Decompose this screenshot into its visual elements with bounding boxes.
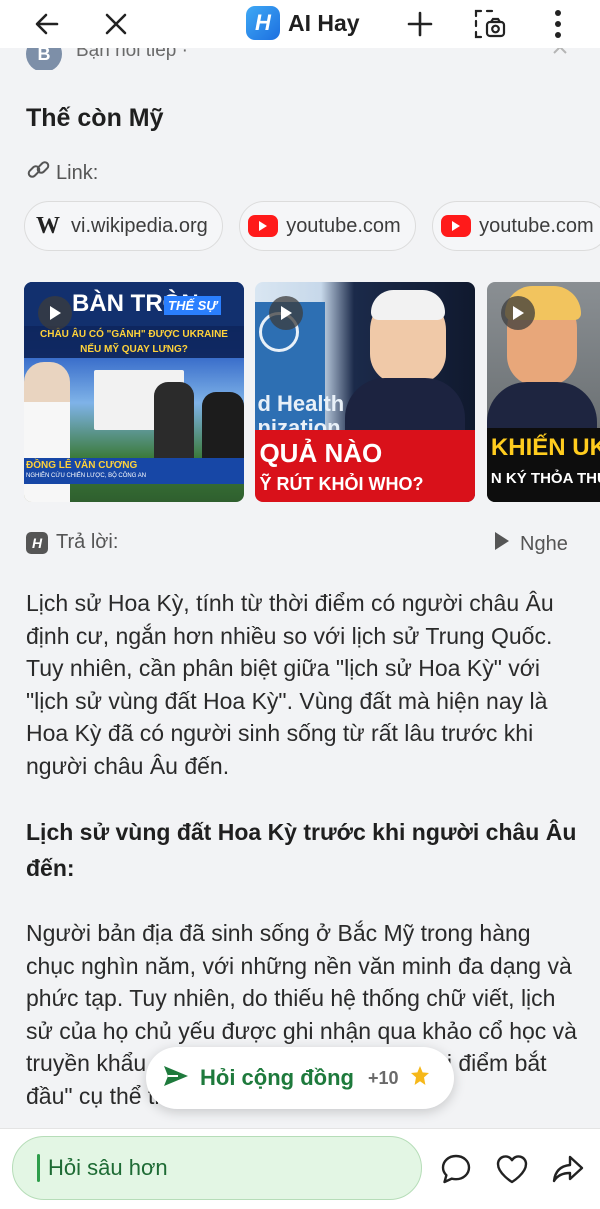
video-thumbnails: BÀN TRÒN THẾ SỰ CHÂU ÂU CÓ "GÁNH" ĐƯỢC U…	[24, 282, 600, 502]
question-title: Thế còn Mỹ	[26, 104, 164, 132]
link-label: Link:	[26, 157, 98, 189]
ask-deeper-input[interactable]: Hỏi sâu hơn	[12, 1136, 422, 1200]
play-icon[interactable]	[500, 296, 535, 330]
peek-text: Bạn hỏi tiếp ·	[76, 48, 188, 61]
text-caret	[37, 1154, 40, 1182]
source-chip-wikipedia[interactable]: W vi.wikipedia.org	[24, 201, 223, 251]
play-icon[interactable]	[38, 296, 72, 330]
screenshot-camera-icon[interactable]	[472, 6, 508, 42]
video-subtitle: CHÂU ÂU CÓ "GÁNH" ĐƯỢC UKRAINE NẾU MỸ QU…	[24, 326, 244, 358]
answer-paragraph: Lịch sử Hoa Kỳ, tính từ thời điểm có ngư…	[26, 590, 554, 779]
previous-question-peek: B Bạn hỏi tiếp ·	[0, 48, 600, 70]
ask-deeper-label: Hỏi sâu hơn	[48, 1155, 168, 1180]
plus-icon[interactable]	[402, 6, 438, 42]
source-chip-label: youtube.com	[286, 214, 401, 237]
comment-icon[interactable]	[438, 1151, 474, 1187]
video-caption: KHIẾN UKRA	[490, 434, 600, 461]
youtube-icon	[248, 215, 279, 237]
listen-button[interactable]: Nghe	[494, 531, 568, 557]
ai-hay-mini-logo-icon: H	[26, 531, 48, 554]
answer-header: H Trả lời:	[26, 531, 118, 554]
source-chip-label: youtube.com	[479, 214, 594, 237]
video-thumbnail[interactable]: KHIẾN UKRA N KÝ THỎA THU	[486, 282, 600, 502]
brand: H AI Hay	[246, 4, 360, 42]
share-icon[interactable]	[550, 1151, 586, 1187]
top-bar: H AI Hay	[0, 0, 600, 48]
answer-heading: Lịch sử vùng đất Hoa Kỳ trước khi người …	[26, 819, 577, 881]
more-vertical-icon[interactable]	[540, 6, 576, 42]
youtube-icon	[441, 215, 472, 237]
ask-community-button[interactable]: Hỏi cộng đồng +10	[146, 1047, 454, 1109]
source-chip-youtube[interactable]: youtube.com	[432, 201, 600, 251]
video-caption: Ỹ RÚT KHỎI WHO?	[259, 474, 424, 494]
ask-community-label: Hỏi cộng đồng	[200, 1065, 354, 1090]
sparkle-star-icon	[409, 1065, 431, 1092]
video-caption: N KÝ THỎA THU	[490, 470, 600, 487]
back-arrow-icon[interactable]	[29, 6, 65, 42]
bottom-bar: Hỏi sâu hơn	[0, 1128, 600, 1209]
source-chip-youtube[interactable]: youtube.com	[239, 201, 416, 251]
points-bonus: +10	[367, 1067, 399, 1088]
wikipedia-icon: W	[36, 212, 60, 239]
video-thumbnail[interactable]: BÀN TRÒN THẾ SỰ CHÂU ÂU CÓ "GÁNH" ĐƯỢC U…	[24, 282, 244, 502]
source-chips: W vi.wikipedia.org youtube.com youtube.c…	[24, 201, 600, 253]
video-thumbnail[interactable]: d Health nization QUẢ NÀO Ỹ RÚT KHỎI WHO…	[255, 282, 476, 502]
brand-logo: H	[246, 6, 280, 40]
link-label-text: Link:	[56, 161, 99, 184]
link-icon	[26, 157, 52, 189]
avatar: B	[26, 48, 62, 70]
video-speaker: ĐỒNG LÊ VĂN CƯƠNG	[26, 460, 138, 471]
listen-label: Nghe	[520, 532, 568, 555]
video-speaker-sub: NGHIÊN CỨU CHIẾN LƯỢC, BỘ CÔNG AN	[26, 473, 147, 479]
close-icon[interactable]	[98, 6, 134, 42]
video-tag: THẾ SỰ	[164, 296, 221, 315]
video-caption: QUẢ NÀO	[259, 438, 383, 468]
play-triangle-icon	[494, 531, 510, 557]
brand-name: AI Hay	[288, 9, 360, 36]
source-chip-label: vi.wikipedia.org	[71, 214, 208, 237]
chevron-up-icon[interactable]	[552, 48, 568, 60]
heart-icon[interactable]	[494, 1151, 530, 1187]
send-icon	[162, 1064, 190, 1093]
answer-label: Trả lời:	[56, 531, 119, 553]
